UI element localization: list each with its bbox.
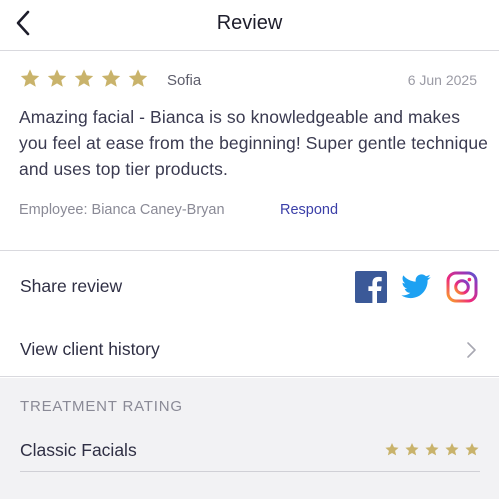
treatment-rating-section: TREATMENT RATING Classic Facials xyxy=(0,378,499,499)
star-icon xyxy=(405,442,419,456)
twitter-share-button[interactable] xyxy=(400,271,432,303)
facebook-share-button[interactable] xyxy=(355,271,387,303)
chevron-right-icon xyxy=(467,342,476,358)
review-rating xyxy=(19,68,154,89)
view-client-history-label: View client history xyxy=(20,339,160,359)
star-icon xyxy=(465,442,479,456)
top-bar: Review xyxy=(0,0,499,51)
review-card: Sofia 6 Jun 2025 Amazing facial - Bianca… xyxy=(0,52,499,251)
star-icon xyxy=(47,69,67,87)
star-icon xyxy=(128,69,148,87)
reviewer-name: Sofia xyxy=(167,72,202,89)
treatment-stars xyxy=(380,442,480,457)
employee-label: Employee: Bianca Caney-Bryan xyxy=(19,202,225,218)
share-review-label: Share review xyxy=(20,276,123,296)
star-icon xyxy=(385,442,399,456)
section-heading: TREATMENT RATING xyxy=(20,398,183,415)
respond-link[interactable]: Respond xyxy=(280,202,338,218)
star-icon xyxy=(74,69,94,87)
instagram-share-button[interactable] xyxy=(446,271,478,303)
star-icon xyxy=(445,442,459,456)
twitter-icon xyxy=(401,274,431,299)
star-icon xyxy=(20,69,40,87)
instagram-icon xyxy=(446,271,478,303)
star-icon xyxy=(101,69,121,87)
review-text: Amazing facial - Bianca is so knowledgea… xyxy=(19,107,489,179)
view-client-history-row[interactable]: View client history xyxy=(0,322,499,377)
treatment-name: Classic Facials xyxy=(20,440,137,460)
star-icon xyxy=(425,442,439,456)
facebook-icon xyxy=(355,271,387,303)
review-date: 6 Jun 2025 xyxy=(407,72,477,88)
treatment-rating-row: Classic Facials xyxy=(20,430,480,472)
share-review-row: Share review xyxy=(0,252,499,322)
page-title: Review xyxy=(216,12,283,34)
